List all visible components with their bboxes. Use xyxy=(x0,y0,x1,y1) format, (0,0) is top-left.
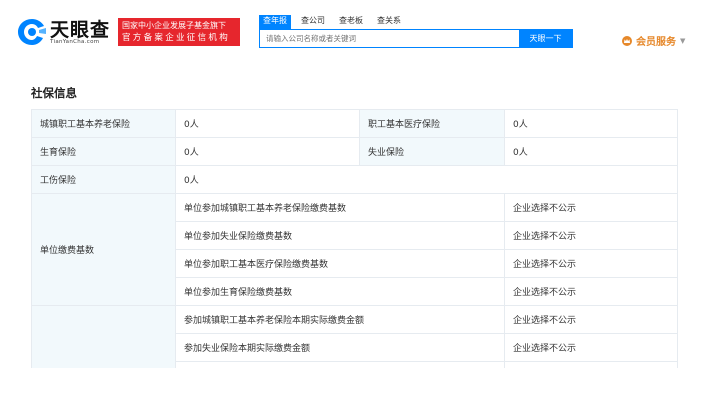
row-value: 0人 xyxy=(175,137,360,166)
tab-annual-report[interactable]: 查年报 xyxy=(259,15,291,29)
logo-domain: TianYanCha.com xyxy=(50,39,100,45)
row-value: 企业选择不公示 xyxy=(504,221,678,250)
chevron-down-icon: ▼ xyxy=(680,36,686,45)
logo-eye-icon xyxy=(18,19,46,45)
table-row: 参加城镇职工基本养老保险本期实际缴费金额 企业选择不公示 xyxy=(31,305,678,390)
row-value: 企业选择不公示 xyxy=(504,305,678,334)
site-header: 天眼查 TianYanCha.com 国家中小企业发展子基金旗下 官方备案企业征… xyxy=(0,0,723,58)
search-box: 天眼一下 xyxy=(259,29,573,48)
tab-relation[interactable]: 查关系 xyxy=(373,15,405,29)
logo-name: 天眼查 xyxy=(50,19,111,41)
table-row: 工伤保险 0人 xyxy=(31,165,678,194)
page-bottom-area xyxy=(0,368,723,404)
row-item: 参加城镇职工基本养老保险本期实际缴费金额 xyxy=(175,305,505,334)
row-value: 0人 xyxy=(175,165,678,194)
row-label: 城镇职工基本养老保险 xyxy=(31,109,176,138)
tab-boss[interactable]: 查老板 xyxy=(335,15,367,29)
row-value: 企业选择不公示 xyxy=(504,249,678,278)
row-item: 单位参加职工基本医疗保险缴费基数 xyxy=(175,249,505,278)
vip-service-menu[interactable]: 会员服务 ▼ xyxy=(622,33,685,48)
search-input[interactable] xyxy=(260,30,520,47)
row-item: 单位参加城镇职工基本养老保险缴费基数 xyxy=(175,193,505,222)
search-tabs: 查年报 查公司 查老板 查关系 xyxy=(259,15,411,29)
row-item: 单位参加失业保险缴费基数 xyxy=(175,221,505,250)
row-value: 企业选择不公示 xyxy=(504,277,678,306)
official-badge: 国家中小企业发展子基金旗下 官方备案企业征信机构 xyxy=(118,18,240,46)
row-value: 0人 xyxy=(175,109,360,138)
row-value: 企业选择不公示 xyxy=(504,193,678,222)
vip-label: 会员服务 xyxy=(636,37,676,48)
row-item: 单位参加生育保险缴费基数 xyxy=(175,277,505,306)
row-label: 工伤保险 xyxy=(31,165,176,194)
tab-company[interactable]: 查公司 xyxy=(297,15,329,29)
row-item: 参加失业保险本期实际缴费金额 xyxy=(175,333,505,362)
row-label: 生育保险 xyxy=(31,137,176,166)
row-label: 职工基本医疗保险 xyxy=(359,109,505,138)
search-button[interactable]: 天眼一下 xyxy=(519,30,572,47)
row-value: 0人 xyxy=(504,137,678,166)
badge-line2: 官方备案企业征信机构 xyxy=(122,33,231,43)
payment-base-label: 单位缴费基数 xyxy=(31,193,176,306)
table-row: 城镇职工基本养老保险 0人 职工基本医疗保险 0人 xyxy=(31,109,678,138)
table-row: 单位缴费基数 单位参加城镇职工基本养老保险缴费基数 企业选择不公示 xyxy=(31,193,678,306)
crown-icon xyxy=(622,35,632,46)
badge-line1: 国家中小企业发展子基金旗下 xyxy=(122,21,226,30)
section-title: 社保信息 xyxy=(31,86,77,100)
site-logo[interactable]: 天眼查 TianYanCha.com xyxy=(17,15,117,49)
table-row: 生育保险 0人 失业保险 0人 xyxy=(31,137,678,166)
row-value: 企业选择不公示 xyxy=(504,333,678,362)
row-label: 失业保险 xyxy=(359,137,505,166)
social-insurance-table: 城镇职工基本养老保险 0人 职工基本医疗保险 0人 生育保险 0人 失业保险 0… xyxy=(31,109,678,390)
row-value: 0人 xyxy=(504,109,678,138)
